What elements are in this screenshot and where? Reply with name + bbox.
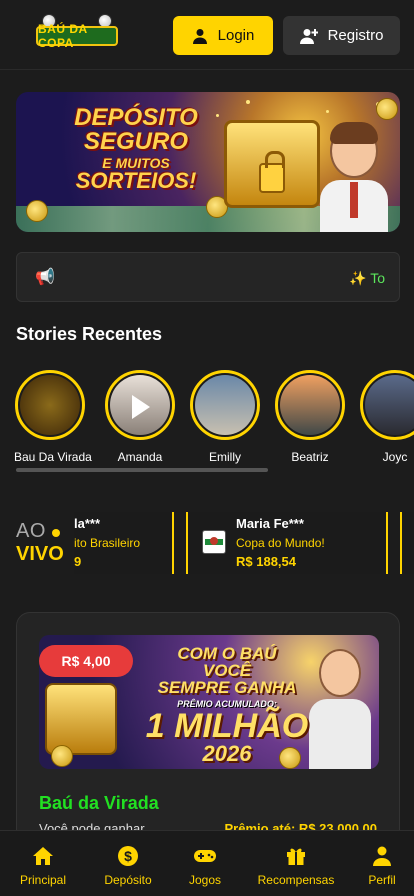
live-dot [51,528,60,537]
add-user-icon [299,28,318,44]
product-banner-line: VOCÊ [202,661,252,680]
stories-scrollbar[interactable] [16,468,268,472]
nav-item-principal[interactable]: Principal [14,831,72,896]
winner-name: Maria Fe*** [236,516,304,531]
story-thumbnail [365,375,414,435]
user-icon [192,28,207,44]
story-name: Emilly [209,450,241,464]
announcement-text: ✨ To [349,270,385,286]
banner-line: SEGURO [83,128,188,155]
story-name: Beatriz [291,450,329,464]
product-banner-line: SEMPRE GANHA [157,678,297,697]
story-thumbnail [110,375,170,435]
gift-icon [287,848,305,865]
stories-carousel[interactable]: Bau Da Virada Amanda Emilly Beatriz Joyc [0,370,414,470]
banner-line: DEPÓSITO [74,104,198,131]
top-header: BAÚ DA COPA Login Registro [0,0,414,70]
banner-headline: DEPÓSITO SEGURO E MUITOS SORTEIOS! [52,106,220,192]
product-banner-line: COM O BAÚ [177,644,277,663]
product-banner-line: 2026 [202,741,252,766]
stories-title: Stories Recentes [16,324,163,344]
login-button[interactable]: Login [173,16,273,55]
story-name: Bau Da Virada [14,450,92,464]
home-icon [33,847,53,865]
treasure-chest [45,683,117,755]
live-label-vivo: VIVO [16,543,64,565]
nav-label: Perfil [368,873,396,887]
product-banner-line: 1 MILHÃO [145,707,309,745]
logo-wordmark: BAÚ DA COPA [36,22,118,50]
mascot-character [312,122,394,232]
live-wins-ticker: la*** ito Brasileiro 9 Maria Fe*** Copa … [74,512,414,574]
mascot-character [305,649,375,769]
story-thumbnail [280,375,340,435]
promo-banner[interactable]: DEPÓSITO SEGURO E MUITOS SORTEIOS! [16,92,400,232]
user-icon [373,846,391,866]
dollar-coin-icon: $ [118,846,138,866]
story-item[interactable]: Joyc [359,370,414,464]
live-win-card: Maria Fe*** Copa do Mundo! R$ 188,54 [186,512,388,574]
coin-icon [51,745,73,767]
nav-label: Recompensas [257,873,335,887]
brand-logo[interactable]: BAÚ DA COPA [36,12,118,56]
live-label-ao: AO [16,520,46,542]
play-icon [132,395,150,419]
sparkle [326,110,329,113]
story-name: Joyc [382,450,408,464]
winner-amount: R$ 188,54 [236,554,296,569]
nav-item-perfil[interactable]: Perfil [362,831,402,896]
story-name: Amanda [117,450,163,464]
lock-icon [259,151,285,193]
story-item[interactable]: Beatriz [274,370,346,464]
price-badge: R$ 4,00 [39,645,133,677]
product-title: Baú da Virada [39,793,159,813]
winner-amount: 9 [74,554,82,569]
coin-icon [376,98,398,120]
story-item[interactable]: Amanda [104,370,176,464]
story-thumbnail [20,375,80,435]
live-win-card: la*** ito Brasileiro 9 [74,512,174,574]
coin-icon [26,200,48,222]
gamepad-icon [194,850,216,862]
game-thumbnail [202,530,226,554]
bottom-navigation: Principal $ Depósito Jogos Recompensas P… [0,830,414,896]
live-indicator: AO VIVO [16,520,76,566]
register-label: Registro [327,27,384,44]
product-banner-headline: COM O BAÚ VOCÊ SEMPRE GANHA PRÊMIO ACUMU… [145,645,309,765]
svg-text:$: $ [124,848,132,864]
nav-label: Jogos [188,873,222,887]
megaphone-icon: 📢 [35,269,55,286]
story-thumbnail [195,375,255,435]
story-item[interactable]: Bau Da Virada [14,370,92,464]
login-label: Login [217,27,255,44]
nav-label: Principal [19,873,67,887]
announcement-bar[interactable]: 📢 ✨ To [16,252,400,302]
winner-name: la*** [74,516,101,531]
nav-label: Depósito [104,873,152,887]
nav-item-deposito[interactable]: $ Depósito [98,831,158,896]
winner-game: ito Brasileiro [74,536,141,550]
register-button[interactable]: Registro [283,16,400,55]
treasure-chest [224,120,320,208]
story-item[interactable]: Emilly [189,370,261,464]
banner-line: SORTEIOS! [75,168,197,193]
nav-item-recompensas[interactable]: Recompensas [254,831,338,896]
live-win-card [400,512,414,574]
winner-game: Copa do Mundo! [236,536,325,550]
nav-item-jogos[interactable]: Jogos [182,831,228,896]
sparkle [246,100,250,104]
